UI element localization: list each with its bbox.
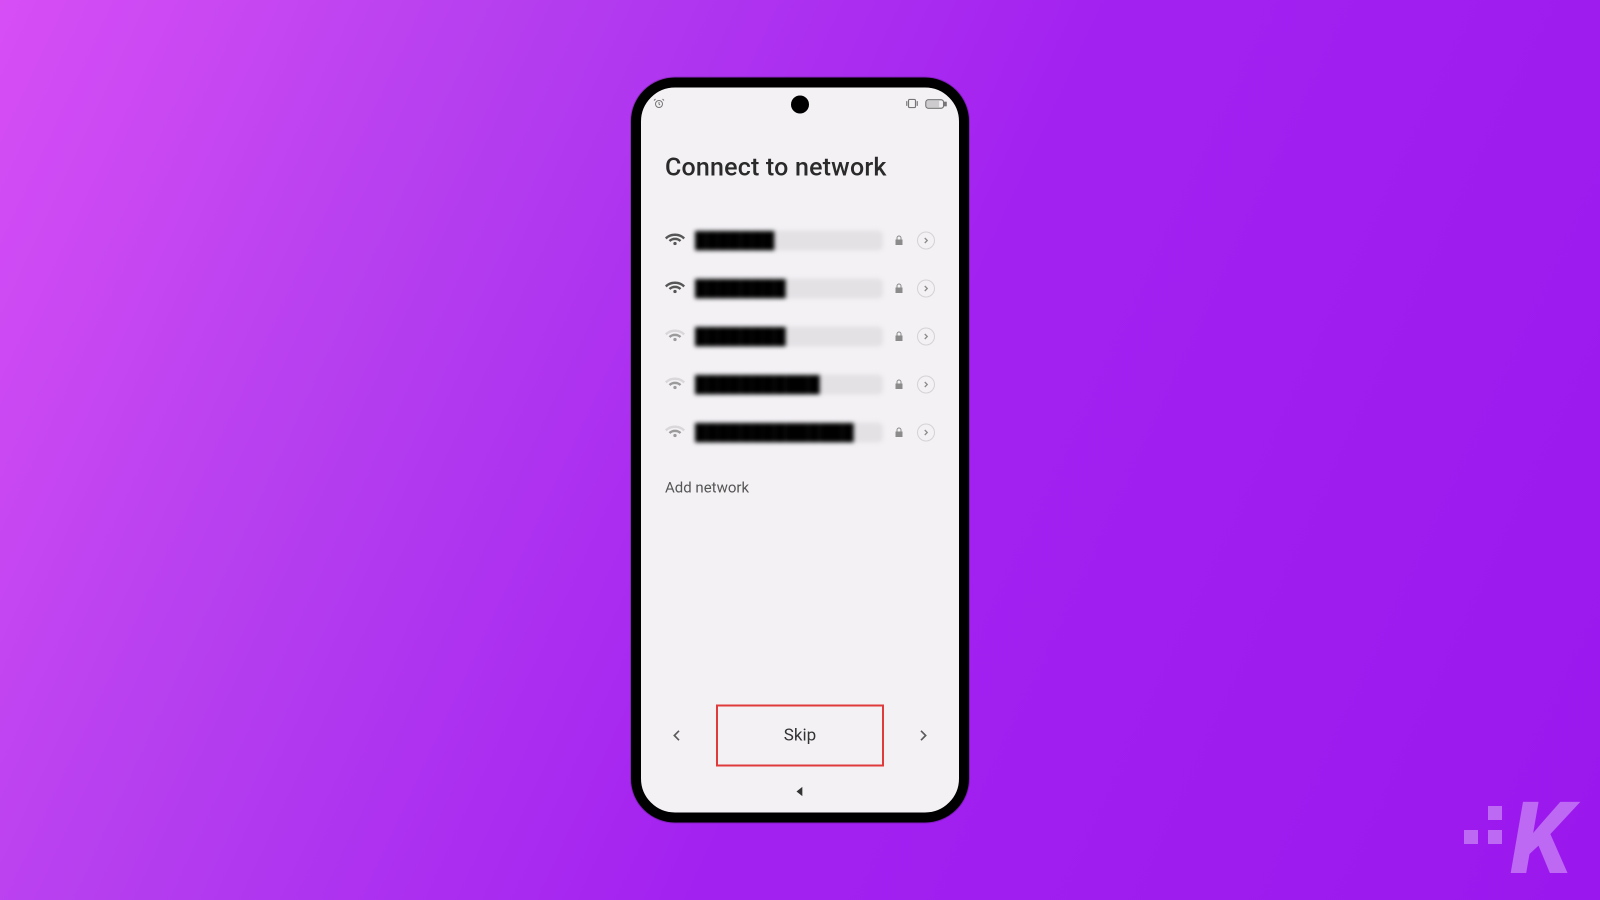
forward-button[interactable] (912, 725, 934, 747)
lock-icon (893, 279, 907, 298)
front-camera (791, 96, 809, 114)
wifi-icon (665, 277, 685, 301)
nav-back-icon[interactable] (793, 784, 807, 803)
skip-button[interactable]: Skip (716, 705, 884, 767)
phone-frame: Connect to network ███████ (631, 78, 969, 823)
wifi-network-row[interactable]: ████████ (665, 265, 935, 313)
wifi-icon (665, 373, 685, 397)
wifi-name-redacted: ████████ (695, 279, 883, 299)
wifi-name-redacted: ███████████ (695, 375, 883, 395)
wifi-network-row[interactable]: ██████████████ (665, 409, 935, 457)
lock-icon (893, 231, 907, 250)
watermark: K (1464, 800, 1572, 880)
footer-nav: Skip (641, 703, 959, 769)
chevron-right-icon[interactable] (917, 328, 935, 346)
screen-content: Connect to network ███████ (641, 114, 959, 497)
lock-icon (893, 423, 907, 442)
wifi-icon (665, 229, 685, 253)
chevron-right-icon[interactable] (917, 376, 935, 394)
wifi-network-row[interactable]: ███████ (665, 217, 935, 265)
skip-button-label: Skip (784, 726, 816, 746)
watermark-dots (1464, 806, 1502, 844)
wifi-icon (665, 325, 685, 349)
watermark-letter: K (1510, 800, 1572, 880)
wifi-name-redacted: ████████ (695, 327, 883, 347)
battery-icon (925, 98, 947, 109)
lock-icon (893, 327, 907, 346)
wifi-name-redacted: ██████████████ (695, 423, 883, 443)
lock-icon (893, 375, 907, 394)
wifi-list: ███████ ████████ (665, 217, 935, 457)
system-nav-bar (641, 784, 959, 803)
wifi-network-row[interactable]: ███████████ (665, 361, 935, 409)
wifi-icon (665, 421, 685, 445)
wifi-name-redacted: ███████ (695, 231, 883, 251)
wifi-network-row[interactable]: ████████ (665, 313, 935, 361)
add-network-button[interactable]: Add network (665, 479, 935, 497)
chevron-right-icon[interactable] (917, 232, 935, 250)
alarm-icon (653, 98, 665, 110)
chevron-right-icon[interactable] (917, 424, 935, 442)
page-title: Connect to network (665, 154, 935, 183)
chevron-right-icon[interactable] (917, 280, 935, 298)
vibrate-icon (905, 99, 919, 109)
back-button[interactable] (666, 725, 688, 747)
